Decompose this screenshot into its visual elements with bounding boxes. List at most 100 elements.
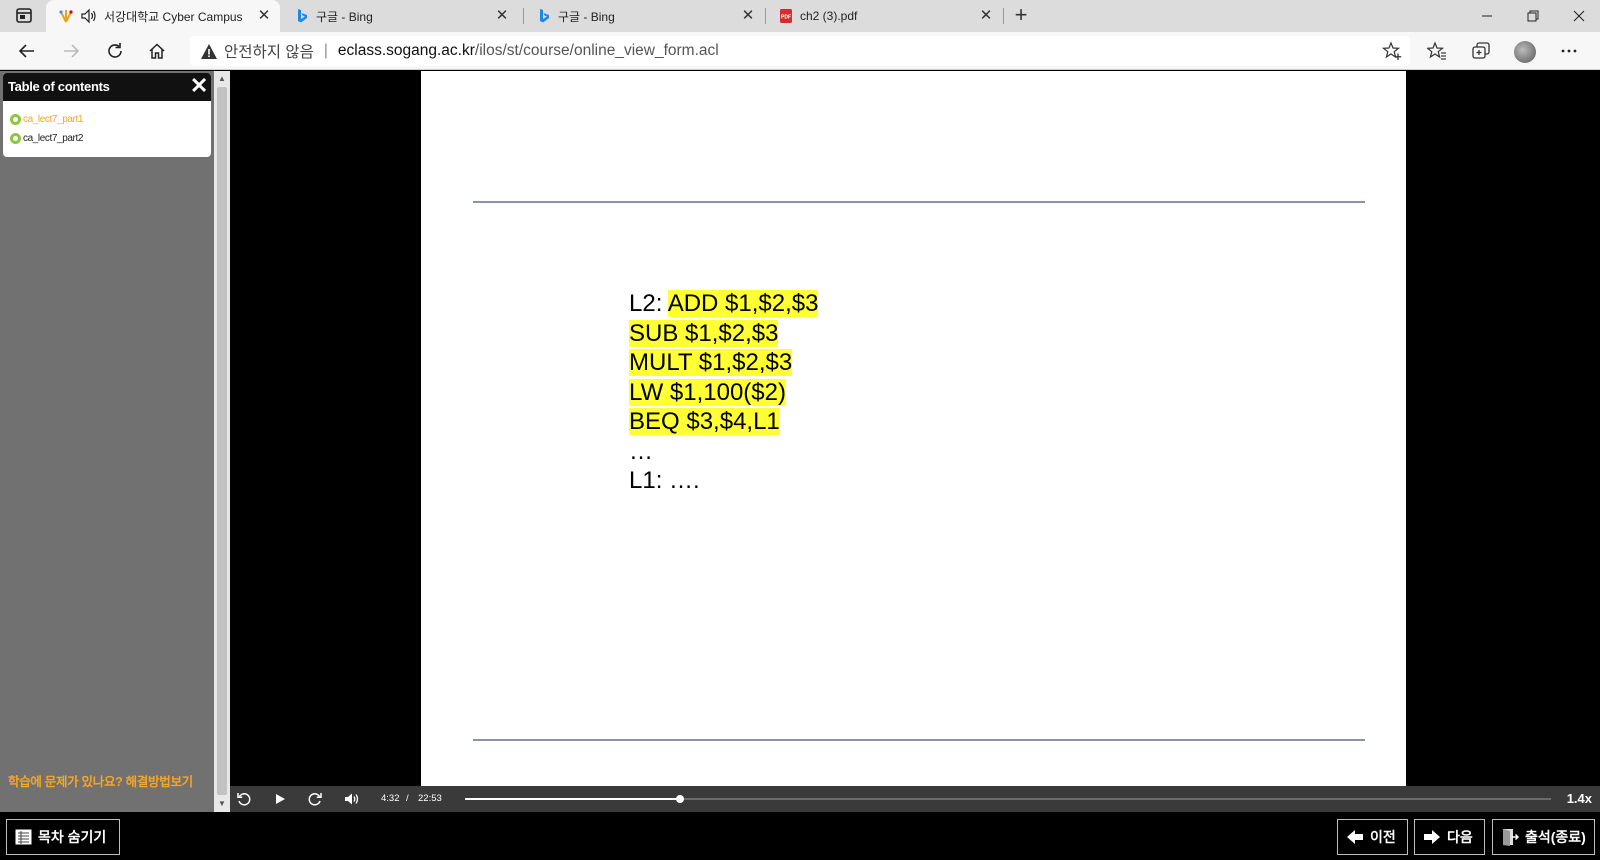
tab-title: ch2 (3).pdf	[800, 9, 858, 23]
bing-icon	[294, 8, 310, 24]
browser-toolbar: 안전하지 않음 | eclass.sogang.ac.kr/ilos/st/co…	[0, 32, 1600, 70]
toc-sidebar: Table of contents ✕ ca_lect7_part1 ca_le…	[0, 71, 214, 812]
toc-item-label: ca_lect7_part2	[23, 133, 84, 144]
scrollbar-thumb[interactable]	[217, 87, 227, 795]
close-window-button[interactable]	[1556, 0, 1600, 32]
tab-title: 구글 - Bing	[316, 9, 373, 24]
slide-code-line: BEQ $3,$4,L1	[629, 407, 818, 437]
toc-item-label: ca_lect7_part1	[23, 114, 84, 125]
highlighted-code: SUB $1,$2,$3	[629, 319, 779, 347]
code-label: L1: ….	[629, 467, 700, 494]
toggle-toc-button[interactable]: 목차 숨기기	[6, 819, 120, 855]
tab-title: 서강대학교 Cyber Campus	[104, 9, 243, 24]
status-dot-icon	[10, 114, 21, 125]
highlighted-code: LW $1,100($2)	[629, 378, 786, 406]
forward-button[interactable]	[56, 37, 86, 65]
toc-panel: Table of contents ✕ ca_lect7_part1 ca_le…	[3, 73, 211, 157]
sogang-logo-icon	[58, 8, 74, 24]
toc-header: Table of contents ✕	[3, 73, 211, 101]
progress-handle[interactable]	[676, 795, 685, 803]
slide-code-line: L1: ….	[629, 466, 818, 496]
duration: 22:53	[418, 793, 442, 804]
highlighted-code: MULT $1,$2,$3	[629, 349, 793, 376]
slide-code-line: SUB $1,$2,$3	[629, 319, 818, 349]
tab-close-icon[interactable]: ✕	[738, 6, 758, 26]
back-button[interactable]	[12, 37, 42, 65]
toc-title: Table of contents	[8, 79, 110, 94]
restore-button[interactable]	[1510, 0, 1556, 32]
playback-speed[interactable]: 1.4x	[1567, 791, 1592, 806]
arrow-right-icon	[1423, 829, 1441, 845]
toc-item-part2[interactable]: ca_lect7_part2	[3, 129, 211, 148]
list-icon	[15, 829, 32, 845]
slide-code-block: L2: ADD $1,$2,$3 SUB $1,$2,$3 MULT $1,$2,$…	[629, 289, 819, 496]
tab-actions-icon[interactable]	[12, 6, 36, 26]
time-separator: /	[406, 793, 409, 804]
tab-separator	[1003, 8, 1004, 24]
toc-item-part1[interactable]: ca_lect7_part1	[3, 110, 211, 129]
volume-icon[interactable]	[342, 789, 362, 809]
new-tab-button[interactable]: +	[1008, 4, 1034, 28]
tab-bing-1[interactable]: 구글 - Bing ✕	[282, 0, 518, 32]
profile-avatar[interactable]	[1514, 41, 1536, 63]
progress-fill	[465, 798, 681, 800]
scroll-up-icon[interactable]: ▲	[214, 71, 230, 87]
tab-close-icon[interactable]: ✕	[492, 6, 512, 26]
tab-pdf[interactable]: PDF ch2 (3).pdf ✕	[766, 0, 1002, 32]
close-icon[interactable]: ✕	[189, 75, 209, 97]
speaker-icon[interactable]	[80, 8, 98, 24]
slide-code-line: LW $1,100($2)	[629, 378, 818, 408]
bing-icon	[536, 8, 552, 24]
address-bar[interactable]: 안전하지 않음 | eclass.sogang.ac.kr/ilos/st/co…	[190, 36, 1410, 66]
tab-strip: 서강대학교 Cyber Campus ✕ 구글 - Bing ✕ 구글 - Bi…	[0, 0, 1600, 32]
highlighted-code: BEQ $3,$4,L1	[629, 408, 780, 435]
tab-bing-2[interactable]: 구글 - Bing ✕	[524, 0, 764, 32]
arrow-left-icon	[1346, 829, 1364, 845]
more-menu-icon[interactable]	[1554, 37, 1584, 65]
rewind-icon[interactable]	[234, 789, 254, 809]
warning-icon[interactable]	[200, 42, 218, 60]
status-dot-icon	[10, 133, 21, 144]
scroll-down-icon[interactable]: ▼	[214, 796, 230, 812]
bottom-bar: 목차 숨기기 이전 다음 출석(종료)	[0, 812, 1600, 860]
progress-bar[interactable]	[465, 795, 1551, 803]
code-label: …	[629, 437, 653, 465]
toggle-toc-label: 목차 숨기기	[38, 829, 107, 845]
url-path: /ilos/st/course/online_view_form.acl	[474, 42, 719, 59]
security-status[interactable]: 안전하지 않음	[224, 40, 314, 62]
slide-code-line: …	[629, 437, 818, 467]
pdf-icon: PDF	[778, 8, 794, 24]
home-button[interactable]	[142, 37, 172, 65]
next-button[interactable]: 다음	[1414, 819, 1485, 855]
highlighted-code: ADD $1,$2,$3	[667, 290, 819, 317]
exit-door-icon	[1501, 828, 1519, 846]
add-favorite-icon[interactable]	[1381, 41, 1402, 61]
svg-text:PDF: PDF	[781, 15, 791, 21]
tab-title: 구글 - Bing	[558, 9, 615, 24]
favorites-icon[interactable]	[1422, 37, 1452, 65]
play-icon[interactable]	[270, 789, 290, 809]
lecture-slide: L2: ADD $1,$2,$3 SUB $1,$2,$3 MULT $1,$2,$…	[421, 71, 1406, 786]
slide-code-line: L2: ADD $1,$2,$3	[629, 289, 819, 319]
tab-close-icon[interactable]: ✕	[976, 6, 996, 26]
slide-code-line: MULT $1,$2,$3	[629, 348, 818, 378]
attendance-exit-button[interactable]: 출석(종료)	[1492, 819, 1595, 855]
prev-button[interactable]: 이전	[1337, 819, 1408, 855]
sidebar-scrollbar[interactable]: ▲ ▼	[214, 71, 230, 812]
slide-bottom-rule	[473, 739, 1365, 741]
current-time: 4:32	[381, 793, 400, 804]
tab-cyber-campus[interactable]: 서강대학교 Cyber Campus ✕	[46, 0, 280, 32]
collections-icon[interactable]	[1466, 37, 1496, 65]
attendance-exit-label: 출석(종료)	[1525, 829, 1586, 845]
help-link[interactable]: 학습에 문제가 있나요? 해결방법보기	[8, 771, 193, 790]
tab-close-icon[interactable]: ✕	[254, 6, 274, 26]
minimize-button[interactable]	[1464, 0, 1510, 32]
code-label: L2:	[629, 290, 668, 317]
reload-button[interactable]	[100, 37, 130, 65]
forward-skip-icon[interactable]	[305, 789, 325, 809]
url-host: eclass.sogang.ac.kr	[337, 42, 475, 59]
player-controls: 4:32 / 22:53 1.4x	[230, 786, 1600, 812]
slide-top-rule	[473, 201, 1365, 203]
next-label: 다음	[1447, 829, 1473, 845]
prev-label: 이전	[1370, 829, 1396, 845]
